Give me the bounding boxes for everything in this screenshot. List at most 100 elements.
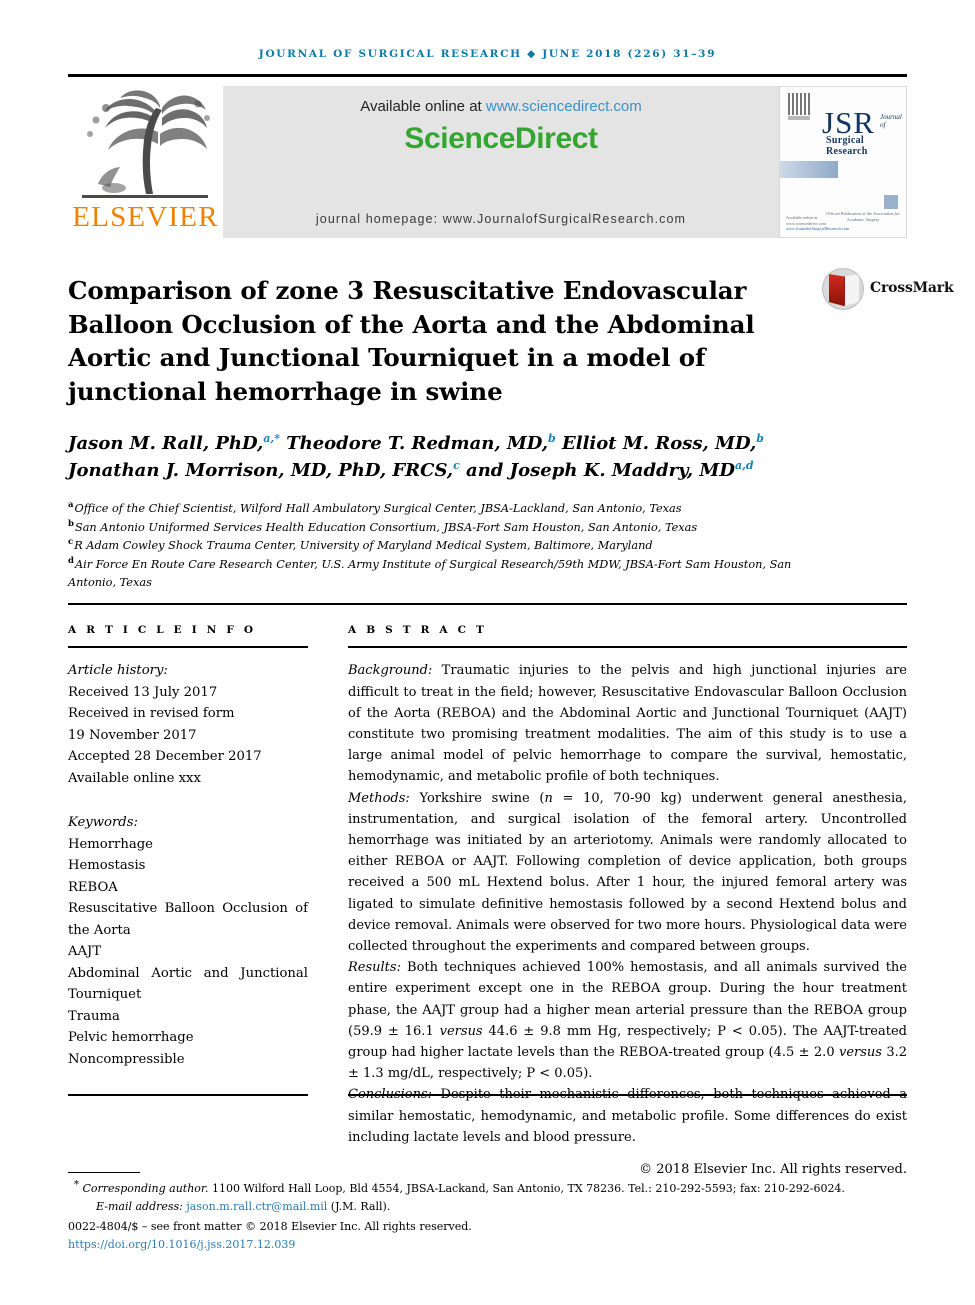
abstract-background-label: Background: (348, 663, 433, 679)
keywords-label: Keywords: (68, 815, 138, 831)
keyword-item: Trauma (68, 1008, 120, 1024)
email-note: E-mail address: jason.m.rall.ctr@mail.mi… (68, 1198, 913, 1216)
affiliation-list: aOffice of the Chief Scientist, Wilford … (68, 500, 798, 593)
available-online-prefix: Available online at (360, 98, 486, 115)
corresponding-author-address: 1100 Wilford Hall Loop, Bld 4554, JBSA-L… (211, 1182, 845, 1195)
email-link[interactable]: jason.m.rall.ctr@mail.mil (186, 1200, 327, 1213)
article-history-item: 19 November 2017 (68, 727, 197, 743)
keyword-item: Hemostasis (68, 858, 146, 874)
page-footer: * Corresponding author. 1100 Wilford Hal… (68, 1180, 913, 1253)
article-info-bottom-rule (68, 1094, 308, 1097)
article-history-item: Available online xxx (68, 770, 201, 786)
affiliation-item: cR Adam Cowley Shock Trauma Center, Univ… (68, 537, 798, 556)
affiliation-mark: d (68, 556, 74, 567)
cover-elsevier-mark-icon (788, 93, 810, 115)
crossmark-icon-left-page (829, 274, 844, 306)
keywords-list: Hemorrhage Hemostasis REBOA Resuscitativ… (68, 834, 308, 1071)
elsevier-wordmark: ELSEVIER (72, 201, 219, 233)
author-4-affil-marks[interactable]: c (453, 459, 460, 472)
available-online-line: Available online at www.sciencedirect.co… (223, 98, 779, 115)
author-5-name: and Joseph K. Maddry, MD (459, 460, 735, 481)
elsevier-logo-block: ELSEVIER (68, 86, 223, 238)
abstract-column: A B S T R A C T Background: Traumatic in… (348, 624, 907, 1180)
affiliation-text: Air Force En Route Care Research Center,… (68, 557, 792, 590)
keyword-item: Abdominal Aortic and Junctional Tourniqu… (68, 965, 308, 1003)
keywords-block: Keywords: Hemorrhage Hemostasis REBOA Re… (68, 812, 308, 1070)
article-history-label: Article history: (68, 663, 168, 679)
affiliation-mark: b (68, 518, 74, 529)
author-1-affil-marks[interactable]: a,* (263, 432, 280, 445)
journal-first-page: JOURNAL OF SURGICAL RESEARCH ◆ JUNE 2018… (0, 0, 975, 1305)
sciencedirect-banner: Available online at www.sciencedirect.co… (223, 86, 779, 238)
email-label: E-mail address: (96, 1199, 187, 1213)
keyword-item: Hemorrhage (68, 836, 153, 852)
author-1-name: Jason M. Rall, PhD, (68, 433, 264, 454)
article-info-heading-rule (68, 646, 308, 649)
abstract-methods-text-1: Yorkshire swine ( (409, 790, 545, 806)
article-history-item: Received in revised form (68, 706, 235, 722)
sciencedirect-wordmark[interactable]: ScienceDirect (223, 122, 779, 156)
article-history-block: Article history: Received 13 July 2017 R… (68, 660, 308, 789)
abstract-copyright: © 2018 Elsevier Inc. All rights reserved… (639, 1162, 907, 1178)
keyword-item: REBOA (68, 879, 118, 895)
affiliation-item: dAir Force En Route Care Research Center… (68, 556, 798, 593)
abstract-heading-rule (348, 646, 907, 649)
page-title: Comparison of zone 3 Resuscitative Endov… (68, 276, 755, 406)
journal-homepage-line[interactable]: journal homepage: www.JournalofSurgicalR… (223, 212, 779, 226)
corresponding-author-note: * Corresponding author. 1100 Wilford Hal… (68, 1180, 913, 1198)
crossmark-label: CrossMark (870, 280, 954, 296)
keyword-item: AAJT (68, 944, 102, 960)
section-divider-rule (68, 603, 907, 605)
abstract-body: Background: Traumatic injuries to the pe… (348, 660, 907, 1180)
sciencedirect-url-link[interactable]: www.sciencedirect.com (486, 98, 642, 115)
keyword-item: Resuscitative Balloon Occlusion of the A… (68, 901, 308, 938)
abstract-results-label: Results: (348, 960, 401, 976)
crossmark-badge[interactable]: CrossMark (822, 268, 954, 312)
abstract-methods-text-2: = 10, 70-90 kg) underwent general anesth… (348, 790, 907, 955)
cover-elsevier-mark-sub (788, 116, 810, 120)
front-matter-line: 0022-4804/$ – see front matter © 2018 El… (68, 1220, 472, 1233)
footnote-rule (68, 1172, 140, 1174)
affiliation-item: bSan Antonio Uniformed Services Health E… (68, 519, 798, 538)
article-info-heading: A R T I C L E I N F O (68, 624, 257, 636)
elsevier-tree-icon (76, 88, 214, 200)
article-info-column: A R T I C L E I N F O Article history: R… (68, 624, 308, 1070)
journal-cover-thumbnail: JSR Journal of Surgical Research Officia… (779, 86, 907, 238)
crossmark-icon (822, 268, 864, 310)
abstract-results-versus-1: versus (439, 1023, 483, 1039)
cover-decorative-bar-right (884, 195, 898, 209)
cover-footer-line2: www.JournalofSurgicalResearch.com (786, 226, 850, 232)
author-2-affil-marks[interactable]: b (548, 432, 556, 445)
running-head: JOURNAL OF SURGICAL RESEARCH ◆ JUNE 2018… (258, 48, 717, 60)
affiliation-mark: c (68, 537, 74, 548)
cover-footer-line1: Available online at www.sciencedirect.co… (786, 215, 826, 226)
affiliation-item: aOffice of the Chief Scientist, Wilford … (68, 500, 798, 519)
abstract-methods-n-symbol: n (544, 790, 553, 806)
author-4-name: Jonathan J. Morrison, MD, PhD, FRCS, (68, 460, 454, 481)
corresponding-author-label: Corresponding author. (79, 1182, 212, 1195)
abstract-paragraph-background: Background: Traumatic injuries to the pe… (348, 660, 907, 787)
abstract-background-text: Traumatic injuries to the pelvis and hig… (348, 663, 907, 785)
author-3-name: Elliot M. Ross, MD, (555, 433, 757, 454)
author-3-affil-marks[interactable]: b (756, 432, 764, 445)
abstract-bottom-rule (348, 1094, 907, 1097)
abstract-heading: A B S T R A C T (348, 624, 488, 636)
abstract-paragraph-results: Results: Both techniques achieved 100% h… (348, 957, 907, 1084)
cover-footer-text: Available online at www.sciencedirect.co… (786, 215, 856, 232)
article-history-item: Accepted 28 December 2017 (68, 749, 262, 765)
keyword-item: Noncompressible (68, 1051, 185, 1067)
cover-subtitle: Surgical Research (826, 135, 868, 157)
abstract-paragraph-methods: Methods: Yorkshire swine (n = 10, 70-90 … (348, 788, 907, 958)
keyword-item: Pelvic hemorrhage (68, 1030, 194, 1046)
abstract-results-versus-2: versus (838, 1045, 882, 1061)
author-list: Jason M. Rall, PhD,a,* Theodore T. Redma… (68, 430, 788, 484)
cover-decorative-bar-left (780, 161, 838, 178)
doi-link[interactable]: https://doi.org/10.1016/j.jss.2017.12.03… (68, 1236, 913, 1254)
author-2-name: Theodore T. Redman, MD, (279, 433, 549, 454)
author-5-affil-marks[interactable]: a,d (735, 459, 754, 472)
affiliation-text: R Adam Cowley Shock Trauma Center, Unive… (74, 539, 653, 553)
masthead: ELSEVIER Available online at www.science… (68, 86, 907, 238)
affiliation-mark: a (68, 500, 74, 511)
email-suffix: (J.M. Rall). (327, 1199, 391, 1213)
cover-superscript: Journal of (880, 113, 902, 129)
